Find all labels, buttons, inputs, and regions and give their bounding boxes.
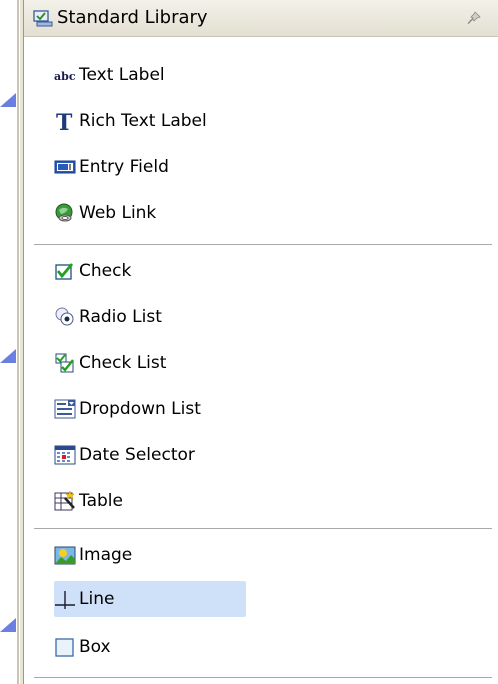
rich-text-icon: T [54,110,76,132]
palette-item-label: Check [79,261,132,281]
palette-item-image[interactable]: Image [54,537,246,573]
svg-text:T: T [56,110,73,132]
svg-text:abc: abc [54,70,76,83]
check-list-icon [54,352,76,374]
palette-item-line[interactable]: Line [54,581,246,617]
box-icon [54,636,76,658]
arrow-pointer-3 [0,618,16,632]
palette-item-label: Text Label [79,65,165,85]
image-icon [54,544,76,566]
check-icon [54,260,76,282]
library-icon [33,10,53,27]
date-selector-icon [54,444,76,466]
palette-item-label: Line [79,589,115,609]
palette-item-dropdown-list[interactable]: Dropdown List [54,391,246,427]
group-separator [34,677,492,678]
palette-header[interactable]: Standard Library [24,0,498,37]
palette-item-label: Rich Text Label [79,111,207,131]
palette-item-table[interactable]: Table [54,483,246,519]
line-icon [54,588,76,610]
table-icon [54,490,76,512]
frame-border [17,0,19,684]
palette-item-date-selector[interactable]: Date Selector [54,437,246,473]
palette-title: Standard Library [57,7,208,28]
dropdown-list-icon [54,398,76,420]
palette-item-label: Radio List [79,307,162,327]
pin-icon[interactable] [466,10,482,26]
palette-item-label: Date Selector [79,445,195,465]
arrow-pointer-1 [0,93,16,107]
palette-item-label: Image [79,545,133,565]
palette-item-check[interactable]: Check [54,253,246,289]
palette-item-radio-list[interactable]: Radio List [54,299,246,335]
entry-field-icon [54,156,76,178]
palette-item-check-list[interactable]: Check List [54,345,246,381]
web-link-icon [54,202,76,224]
radio-list-icon [54,306,76,328]
palette-item-box[interactable]: Box [54,629,246,665]
palette-item-label: Check List [79,353,167,373]
text-label-icon: abc [54,64,76,86]
group-separator [34,528,492,529]
palette-item-label: Dropdown List [79,399,201,419]
group-separator [34,244,492,245]
palette-item-label: Table [79,491,123,511]
arrow-pointer-2 [0,349,16,363]
palette-item-label: Web Link [79,203,157,223]
palette-item-label: Entry Field [79,157,169,177]
palette-panel: Standard Library abc Text Label T Rich Text… [23,0,498,684]
palette-item-entry-field[interactable]: Entry Field [54,149,246,185]
palette-item-label: Box [79,637,111,657]
palette-item-web-link[interactable]: Web Link [54,195,246,231]
palette-item-text-label[interactable]: abc Text Label [54,57,246,93]
palette-item-rich-text-label[interactable]: T Rich Text Label [54,103,246,139]
